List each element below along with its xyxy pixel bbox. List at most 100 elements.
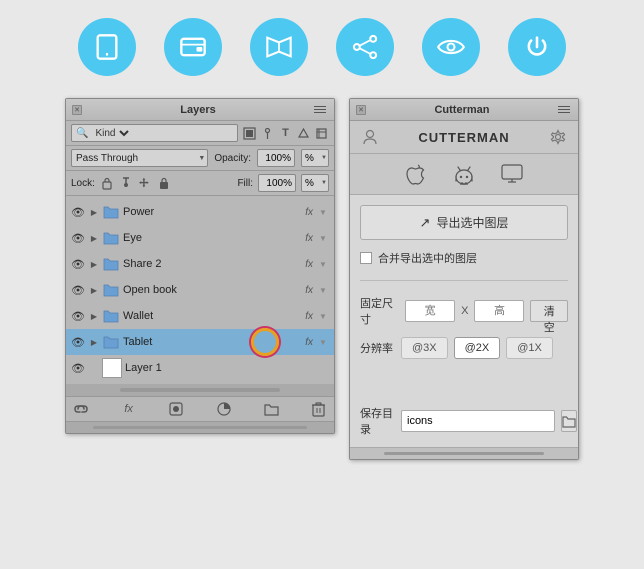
opacity-unit-wrapper[interactable]: % [301, 149, 329, 167]
share-icon-btn[interactable] [336, 18, 394, 76]
layer-item[interactable]: 👁 ▶ Share 2 fx ▼ [66, 251, 334, 277]
android-os-icon[interactable] [449, 162, 479, 186]
monitor-os-icon[interactable] [497, 162, 527, 186]
layer-expand-fx-btn[interactable]: ▼ [316, 283, 330, 297]
height-input[interactable] [474, 300, 524, 322]
layer-visibility-toggle[interactable]: 👁 [70, 230, 86, 246]
layer-item[interactable]: 👁 ▶ Eye fx ▼ [66, 225, 334, 251]
layers-panel: ✕ Layers 🔍 Kind T [65, 98, 335, 434]
filter-pixel-icon[interactable] [242, 126, 257, 141]
res-3x-btn[interactable]: @3X [401, 337, 448, 359]
export-icon: ↗ [420, 215, 431, 231]
layer-expand-arrow[interactable]: ▶ [89, 337, 99, 347]
layer-expand-arrow[interactable]: ▶ [89, 285, 99, 295]
cutterman-header: CUTTERMAN [350, 121, 578, 154]
layers-menu-btn[interactable] [314, 105, 328, 115]
layer-item[interactable]: 👁 ▶ Open book fx ▼ [66, 277, 334, 303]
layers-kind-select[interactable]: Kind [91, 127, 132, 140]
layer-expand-arrow[interactable]: ▶ [89, 207, 99, 217]
layer-fx-btn[interactable]: fx [120, 400, 138, 418]
layer-expand-arrow[interactable]: ▶ [89, 311, 99, 321]
blend-mode-wrapper[interactable]: Pass Through Normal Multiply [71, 149, 208, 167]
filter-type-icon[interactable]: T [278, 126, 293, 141]
blend-mode-select[interactable]: Pass Through Normal Multiply [71, 149, 208, 167]
layer-expand-arrow[interactable]: ▶ [89, 259, 99, 269]
fixed-size-row: 固定尺寸 X 清空 [360, 295, 568, 327]
cutterman-close-btn[interactable]: ✕ [356, 105, 366, 115]
layers-titlebar: ✕ Layers [66, 99, 334, 121]
horizontal-scrollbar[interactable] [93, 426, 307, 429]
layer-delete-btn[interactable] [310, 400, 328, 418]
merge-checkbox[interactable] [360, 252, 372, 264]
lock-position-icon[interactable] [119, 176, 133, 190]
book-icon-btn[interactable] [250, 18, 308, 76]
layer-expand-fx-btn[interactable]: ▼ [316, 257, 330, 271]
layer-item-selected[interactable]: 👁 ▶ Tablet fx ▼ [66, 329, 334, 355]
layer-folder-icon [102, 230, 120, 246]
export-layers-btn[interactable]: ↗ 导出选中图层 [360, 205, 568, 240]
layer-adjustment-btn[interactable] [215, 400, 233, 418]
size-x-separator: X [461, 305, 468, 317]
save-dir-row: 保存目录 [360, 405, 568, 437]
filter-smart-icon[interactable] [314, 126, 329, 141]
layer-visibility-toggle[interactable]: 👁 [70, 204, 86, 220]
layer-item[interactable]: 👁 ▶ Wallet fx ▼ [66, 303, 334, 329]
layer-expand-fx-btn[interactable]: ▼ [316, 309, 330, 323]
layer-name: Power [123, 206, 302, 218]
opacity-label: Opacity: [214, 153, 251, 164]
wallet-icon-btn[interactable] [164, 18, 222, 76]
filter-shape-icon[interactable] [296, 126, 311, 141]
layer-expand-fx-btn[interactable]: ▼ [316, 231, 330, 245]
layer-thumbnail [102, 358, 122, 378]
layer-expand-arrow[interactable]: ▶ [89, 233, 99, 243]
lock-all-icon[interactable] [157, 176, 171, 190]
fill-unit-wrapper[interactable]: % [301, 174, 329, 192]
layer-fx-label: fx [305, 285, 313, 296]
resolution-row: 分辨率 @3X @2X @1X [360, 337, 568, 359]
layers-search-box[interactable]: 🔍 Kind [71, 124, 238, 142]
layer-name: Open book [123, 284, 302, 296]
layer-visibility-toggle[interactable]: 👁 [70, 256, 86, 272]
layer-name: Eye [123, 232, 302, 244]
layer-folder-icon [102, 308, 120, 324]
layer-expand-fx-btn[interactable]: ▼ [316, 335, 330, 349]
opacity-input[interactable] [257, 149, 295, 167]
layers-close-btn[interactable]: ✕ [72, 105, 82, 115]
layer-item[interactable]: 👁 ▶ Power fx ▼ [66, 199, 334, 225]
savedir-input[interactable] [401, 410, 555, 432]
filter-adjust-icon[interactable] [260, 126, 275, 141]
merge-label: 合并导出选中的图层 [378, 250, 477, 266]
eye-icon-btn[interactable] [422, 18, 480, 76]
width-input[interactable] [405, 300, 455, 322]
savedir-browse-btn[interactable] [561, 410, 577, 432]
tablet-icon-btn[interactable] [78, 18, 136, 76]
layer-mask-btn[interactable] [167, 400, 185, 418]
layer-group-btn[interactable] [262, 400, 280, 418]
cutterman-titlebar: ✕ Cutterman [350, 99, 578, 121]
gear-icon[interactable] [548, 127, 568, 147]
layer-folder-icon [102, 334, 120, 350]
clear-size-btn[interactable]: 清空 [530, 300, 568, 322]
opacity-unit-select[interactable]: % [301, 149, 329, 167]
user-icon[interactable] [360, 127, 380, 147]
res-1x-btn[interactable]: @1X [506, 337, 553, 359]
lock-move-icon[interactable] [138, 176, 152, 190]
cutterman-scrollbar[interactable] [384, 452, 544, 455]
layer-visibility-toggle[interactable]: 👁 [70, 308, 86, 324]
layer-link-btn[interactable] [72, 400, 90, 418]
fill-unit-select[interactable]: % [301, 174, 329, 192]
merge-row: 合并导出选中的图层 [360, 250, 568, 266]
res-2x-btn[interactable]: @2X [454, 337, 501, 359]
power-icon-btn[interactable] [508, 18, 566, 76]
layer-expand-fx-btn[interactable]: ▼ [316, 205, 330, 219]
layer-visibility-toggle[interactable]: 👁 [70, 360, 86, 376]
layer-item[interactable]: 👁 Layer 1 [66, 355, 334, 381]
export-btn-label: 导出选中图层 [436, 214, 508, 231]
layer-visibility-toggle[interactable]: 👁 [70, 282, 86, 298]
apple-os-icon[interactable] [401, 162, 431, 186]
lock-pixels-icon[interactable] [100, 176, 114, 190]
layer-visibility-toggle[interactable]: 👁 [70, 334, 86, 350]
cutterman-menu-btn[interactable] [558, 105, 572, 115]
scrollbar[interactable] [120, 388, 281, 392]
fill-input[interactable] [258, 174, 296, 192]
